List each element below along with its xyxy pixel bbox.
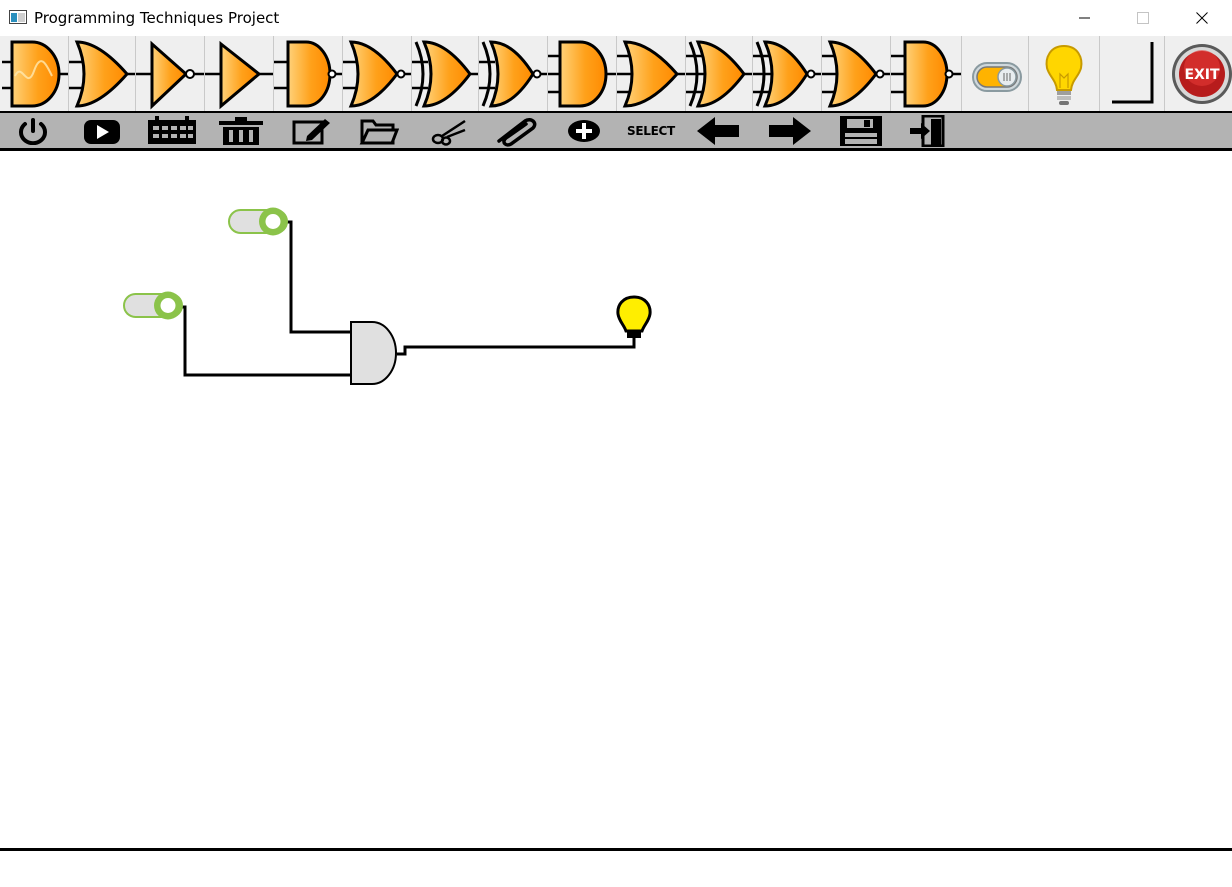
switch-icon: [972, 62, 1022, 92]
nor2-gate-icon: [343, 40, 411, 108]
status-bar: [0, 851, 1232, 887]
and2-gate-icon: [2, 40, 68, 108]
xnor2-gate-button[interactable]: [479, 36, 547, 113]
nor3-gate-icon: [822, 40, 890, 108]
power-button[interactable]: [14, 115, 52, 147]
or3-gate-button[interactable]: [617, 36, 685, 113]
close-button[interactable]: [1173, 0, 1231, 36]
buffer-gate-icon: [205, 40, 273, 110]
truth-table-button[interactable]: [144, 115, 200, 147]
minimize-button[interactable]: [1056, 0, 1114, 36]
wire[interactable]: [283, 220, 351, 334]
exit-tool-button[interactable]: EXIT: [1168, 36, 1232, 113]
exit-label: EXIT: [1184, 67, 1220, 83]
xor2-gate-button[interactable]: [412, 36, 478, 113]
buffer-gate-button[interactable]: [205, 36, 273, 113]
and2-gate-button[interactable]: [2, 36, 68, 113]
xnor2-gate-icon: [479, 40, 547, 108]
power-icon: [19, 118, 47, 145]
switch-component[interactable]: [123, 291, 183, 320]
cut-scissors-icon: [431, 119, 466, 146]
exit-button[interactable]: [906, 115, 948, 147]
circuit-diagram: [123, 207, 652, 385]
copy-paperclip-icon: [497, 117, 537, 147]
undo-button[interactable]: [694, 115, 742, 147]
cut-button[interactable]: [428, 115, 470, 147]
switch-tool-button[interactable]: [962, 36, 1028, 113]
wire-tool-button[interactable]: [1100, 36, 1164, 113]
not-gate-button[interactable]: [136, 36, 204, 113]
save-floppy-icon: [840, 116, 882, 146]
add-plus-icon: [568, 120, 600, 142]
xor3-gate-icon: [686, 40, 752, 108]
nand3-gate-icon: [891, 40, 961, 108]
bulb-component[interactable]: [616, 295, 652, 338]
redo-arrow-icon: [769, 117, 811, 145]
nand3-gate-button[interactable]: [891, 36, 961, 113]
not-gate-icon: [136, 40, 204, 110]
nand2-gate-icon: [274, 40, 342, 108]
and3-gate-icon: [548, 40, 616, 108]
select-button[interactable]: SELECT: [622, 115, 680, 147]
nand2-gate-button[interactable]: [274, 36, 342, 113]
app-icon: [9, 10, 27, 24]
gate-toolbar: EXIT: [0, 36, 1232, 113]
xnor3-gate-icon: [753, 40, 821, 108]
and3-gate-button[interactable]: [548, 36, 616, 113]
bulb-tool-button[interactable]: [1029, 36, 1099, 113]
close-icon: [1196, 12, 1208, 24]
or3-gate-icon: [617, 40, 685, 108]
led-bulb-icon: [1045, 44, 1083, 105]
simulate-play-icon: [84, 120, 120, 144]
window-title: Programming Techniques Project: [34, 9, 280, 27]
load-folder-icon: [359, 119, 399, 145]
or2-gate-icon: [69, 40, 135, 108]
title-bar: Programming Techniques Project: [0, 0, 1232, 36]
nor2-gate-button[interactable]: [343, 36, 411, 113]
simulate-button[interactable]: [80, 115, 124, 147]
maximize-button[interactable]: [1114, 0, 1172, 36]
truth-table-icon: [148, 116, 196, 144]
minimize-icon: [1079, 17, 1090, 19]
xor3-gate-button[interactable]: [686, 36, 752, 113]
wire[interactable]: [397, 337, 636, 356]
exit-door-icon: [910, 115, 945, 147]
xor2-gate-icon: [412, 40, 478, 108]
and-gate-component[interactable]: [350, 321, 397, 385]
add-button[interactable]: [564, 115, 604, 147]
maximize-icon: [1137, 12, 1149, 24]
exit-icon: EXIT: [1172, 44, 1232, 104]
drawing-canvas[interactable]: [0, 151, 1232, 848]
or2-gate-button[interactable]: [69, 36, 135, 113]
switch-component[interactable]: [228, 207, 288, 236]
undo-arrow-icon: [697, 117, 739, 145]
copy-button[interactable]: [490, 115, 542, 147]
wire[interactable]: [178, 305, 351, 377]
xnor3-gate-button[interactable]: [753, 36, 821, 113]
delete-trash-icon: [219, 117, 263, 145]
edit-label-button[interactable]: [290, 115, 334, 147]
redo-button[interactable]: [766, 115, 814, 147]
nor3-gate-button[interactable]: [822, 36, 890, 113]
delete-button[interactable]: [216, 115, 266, 147]
save-button[interactable]: [836, 115, 886, 147]
edit-label-icon: [292, 119, 330, 145]
load-button[interactable]: [358, 115, 400, 147]
wire-icon: [1112, 42, 1154, 104]
